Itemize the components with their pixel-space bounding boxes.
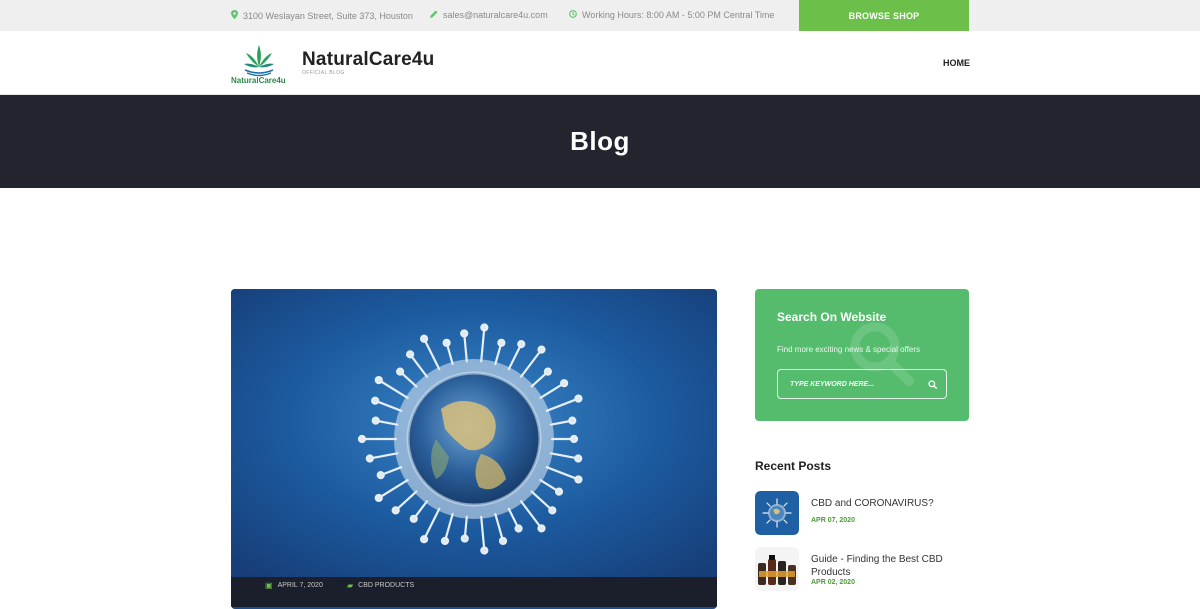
- search-widget-subtitle: Find more exciting news & special offers: [777, 345, 921, 354]
- email-info[interactable]: sales@naturalcare4u.com: [430, 10, 548, 20]
- site-brand[interactable]: NaturalCare4u: [302, 49, 434, 71]
- search-input[interactable]: [777, 369, 947, 399]
- hours-info: Working Hours: 8:00 AM - 5:00 PM Central…: [569, 10, 774, 20]
- blog-post-card[interactable]: ▣ APRIL 7, 2020 ▰ CBD PRODUCTS: [231, 289, 717, 609]
- recent-post-title[interactable]: Guide - Finding the Best CBD Products: [811, 553, 961, 579]
- coronavirus-globe-image[interactable]: [231, 289, 717, 579]
- post-meta-bar: ▣ APRIL 7, 2020 ▰ CBD PRODUCTS: [231, 577, 717, 607]
- recent-post-date: APR 07, 2020: [811, 517, 855, 524]
- folder-icon: ▰: [347, 581, 354, 590]
- recent-post-title[interactable]: CBD and CORONAVIRUS?: [811, 497, 961, 510]
- post-date-text: APRIL 7, 2020: [277, 582, 323, 589]
- address-text: 3100 Weslayan Street, Suite 373, Houston: [243, 10, 413, 21]
- pencil-icon: [430, 10, 438, 20]
- recent-posts-title: Recent Posts: [755, 459, 832, 473]
- search-widget-title: Search On Website: [777, 310, 887, 324]
- recent-post-thumbnail[interactable]: [755, 491, 799, 535]
- page-title: Blog: [570, 126, 630, 156]
- post-category[interactable]: ▰ CBD PRODUCTS: [347, 581, 414, 590]
- clock-icon: [569, 10, 577, 20]
- recent-post-item[interactable]: Guide - Finding the Best CBD Products AP…: [755, 547, 969, 595]
- calendar-icon: ▣: [265, 581, 273, 590]
- page-hero: Blog: [0, 95, 1200, 188]
- hours-text: Working Hours: 8:00 AM - 5:00 PM Central…: [582, 10, 775, 20]
- recent-post-item[interactable]: CBD and CORONAVIRUS? APR 07, 2020: [755, 491, 969, 539]
- search-icon: [927, 379, 937, 389]
- recent-post-date: APR 02, 2020: [811, 579, 855, 586]
- recent-post-thumbnail[interactable]: [755, 547, 799, 591]
- map-marker-icon: [231, 10, 238, 21]
- email-text[interactable]: sales@naturalcare4u.com: [443, 10, 548, 20]
- search-button[interactable]: [923, 375, 941, 393]
- post-category-text[interactable]: CBD PRODUCTS: [358, 582, 414, 589]
- nav-home-link[interactable]: HOME: [943, 58, 970, 68]
- logo-text: NaturalCare4u: [231, 76, 286, 85]
- browse-shop-button[interactable]: BROWSE SHOP: [799, 0, 969, 31]
- site-header: NaturalCare4u NaturalCare4u OFFICIAL BLO…: [0, 31, 1200, 95]
- post-date: ▣ APRIL 7, 2020: [265, 581, 323, 590]
- search-widget: Search On Website Find more exciting new…: [755, 289, 969, 421]
- top-bar: 3100 Weslayan Street, Suite 373, Houston…: [0, 0, 1200, 31]
- address-info: 3100 Weslayan Street, Suite 373, Houston: [231, 10, 413, 21]
- site-tagline: OFFICIAL BLOG: [302, 70, 345, 76]
